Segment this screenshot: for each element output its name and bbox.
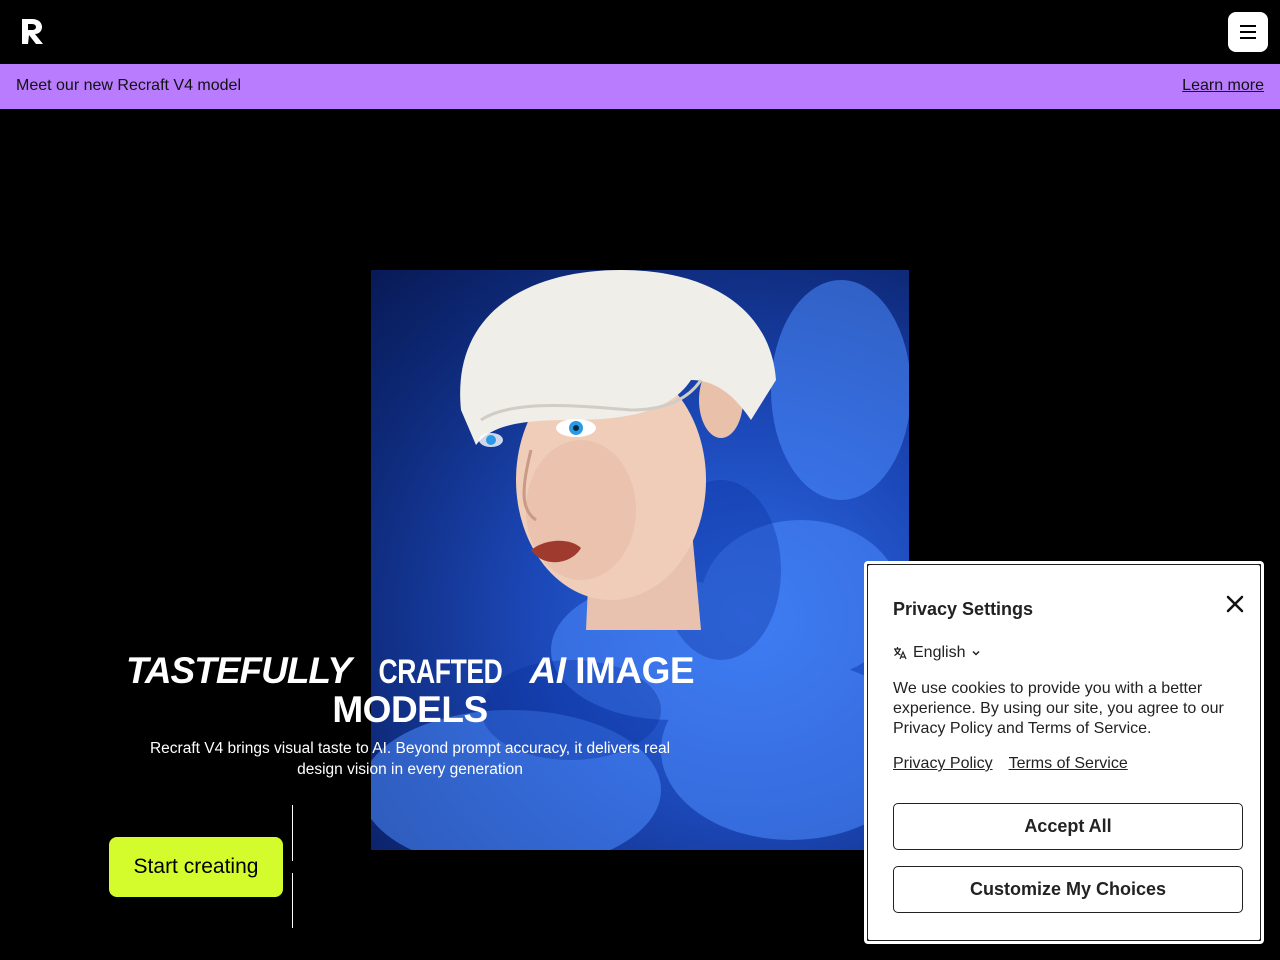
banner-text: Meet our new Recraft V4 model	[16, 77, 241, 94]
accept-all-button[interactable]: Accept All	[893, 803, 1243, 850]
privacy-policy-link[interactable]: Privacy Policy	[893, 755, 993, 773]
privacy-settings-dialog: Privacy Settings English We use cookies …	[864, 561, 1264, 944]
privacy-dialog-frame: Privacy Settings English We use cookies …	[867, 564, 1261, 941]
privacy-title: Privacy Settings	[893, 599, 1034, 619]
language-selector[interactable]: English	[893, 644, 981, 662]
divider-gap	[291, 861, 294, 873]
language-label: English	[913, 644, 966, 661]
headline-word-image: IMAGE	[575, 650, 695, 691]
hamburger-menu-icon[interactable]	[1228, 12, 1268, 52]
close-icon[interactable]	[1223, 592, 1247, 616]
privacy-body-text: We use cookies to provide you with a bet…	[893, 680, 1224, 737]
top-navigation-bar	[0, 0, 1280, 64]
terms-of-service-link[interactable]: Terms of Service	[1009, 755, 1128, 773]
hero-subheadline: Recraft V4 brings visual taste to AI. Be…	[149, 740, 671, 778]
learn-more-link[interactable]: Learn more	[1182, 77, 1264, 95]
headline-word-tastefully: TASTEFULLY	[125, 650, 352, 691]
customize-choices-button[interactable]: Customize My Choices	[893, 866, 1243, 913]
headline-word-crafted: CRAFTED	[378, 653, 503, 691]
headline-word-ai: AI	[529, 650, 566, 691]
announcement-banner: Meet our new Recraft V4 model Learn more	[0, 64, 1280, 109]
recraft-logo-icon[interactable]	[18, 17, 46, 45]
privacy-links: Privacy Policy Terms of Service	[893, 755, 1128, 773]
start-creating-button[interactable]: Start creating	[109, 837, 283, 897]
headline-word-models: MODELS	[332, 689, 488, 730]
translate-icon	[894, 647, 907, 660]
chevron-down-icon	[972, 650, 981, 656]
hero-headline: TASTEFULLY CRAFTED AI IMAGE MODELS	[110, 652, 710, 728]
